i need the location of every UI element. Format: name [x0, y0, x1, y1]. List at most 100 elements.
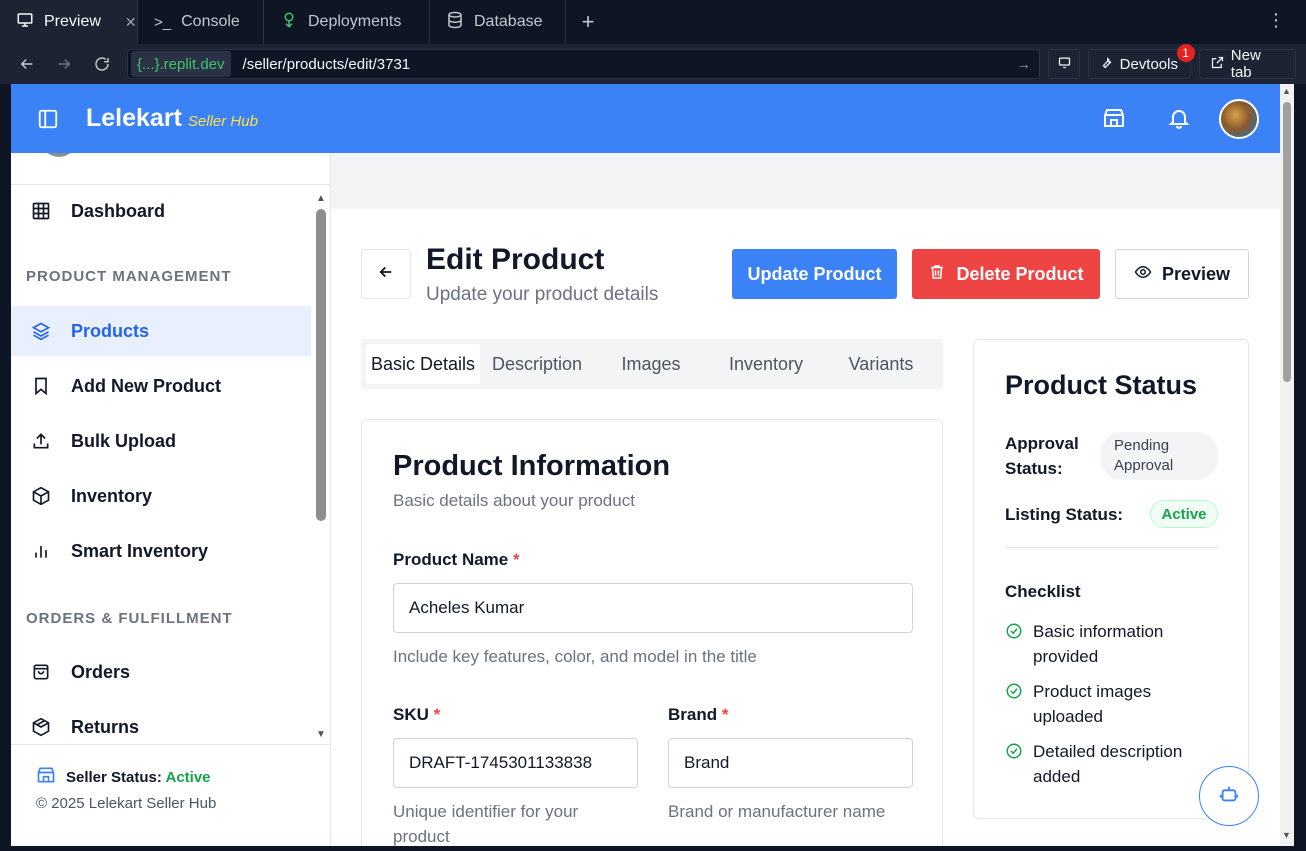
sidebar-toggle-icon[interactable] [37, 108, 59, 130]
terminal-icon: >_ [154, 13, 172, 31]
url-bar: {...}.replit.dev /seller/products/edit/3… [0, 44, 1306, 84]
tab-deployments[interactable]: Deployments [264, 0, 430, 44]
new-tab-label: New tab [1230, 47, 1261, 81]
copyright: © 2025 Lelekart Seller Hub [36, 795, 217, 812]
product-name-input[interactable]: Acheles Kumar [393, 583, 913, 633]
reload-icon[interactable] [85, 47, 119, 81]
sidebar-item-label: Add New Product [71, 375, 222, 396]
scroll-down-icon[interactable]: ▼ [316, 729, 326, 740]
update-product-button[interactable]: Update Product [732, 249, 897, 299]
sidebar-item-inventory[interactable]: Inventory [11, 471, 311, 521]
seller-status: Seller Status: Active [36, 765, 211, 789]
product-tabs: Basic Details Description Images Invento… [361, 339, 943, 389]
devtools-button[interactable]: Devtools 1 [1087, 44, 1195, 79]
app-header: Lelekart Seller Hub [11, 84, 1280, 153]
more-vertical-icon[interactable]: ⋮ [1267, 10, 1285, 31]
product-name-label: Product Name * [393, 550, 520, 570]
scroll-up-icon[interactable]: ▲ [1282, 86, 1291, 96]
sidebar-item-label: Inventory [71, 485, 153, 506]
store-icon[interactable] [1102, 106, 1126, 130]
devtools-label: Devtools [1119, 55, 1178, 73]
tab-basic-details[interactable]: Basic Details [366, 344, 480, 384]
avatar[interactable] [1219, 99, 1259, 139]
required-mark: * [512, 550, 520, 569]
tab-preview[interactable]: Preview ✕ [0, 0, 138, 44]
main-content: Edit Product Update your product details… [331, 153, 1280, 846]
tab-inventory[interactable]: Inventory [708, 344, 824, 384]
bookmark-icon [31, 376, 51, 396]
sidebar-avatar [41, 153, 77, 157]
brand-logo[interactable]: Lelekart Seller Hub [86, 104, 258, 133]
upload-icon [31, 431, 51, 451]
notification-badge: 1 [1176, 44, 1195, 62]
bot-icon [1218, 783, 1240, 810]
sidebar-item-label: Smart Inventory [71, 540, 209, 561]
tab-images[interactable]: Images [594, 344, 708, 384]
sidebar: Dashboard PRODUCT MANAGEMENT Products Ad… [11, 153, 331, 846]
label-text: Product Name [393, 550, 509, 569]
page-scrollbar[interactable]: ▲ ▼ [1280, 84, 1294, 846]
brand-subtitle: Seller Hub [187, 113, 258, 130]
checklist-item: Basic information provided [1005, 619, 1225, 669]
scroll-down-icon[interactable]: ▼ [1282, 830, 1291, 840]
add-tab-button[interactable]: + [566, 0, 610, 44]
tab-console[interactable]: >_ Console [138, 0, 264, 44]
checklist-item: Product images uploaded [1005, 679, 1225, 729]
deploy-icon [280, 11, 298, 34]
top-band [331, 153, 1280, 209]
ide-tab-bar: Preview ✕ >_ Console Deployments Databas… [0, 0, 1306, 44]
tab-description[interactable]: Description [480, 344, 594, 384]
checklist-text: Detailed description added [1033, 742, 1183, 786]
preview-label: Preview [1161, 263, 1231, 284]
product-name-hint: Include key features, color, and model i… [393, 647, 757, 666]
tab-label: Preview [44, 13, 101, 30]
divider [1005, 547, 1219, 548]
sidebar-item-smart-inventory[interactable]: Smart Inventory [11, 526, 311, 576]
divider [11, 184, 331, 185]
seller-status-label: Seller Status: [66, 768, 162, 786]
assistant-bot-button[interactable] [1199, 766, 1259, 826]
brand-label: Brand * [668, 705, 728, 725]
go-arrow-icon[interactable]: → [1017, 56, 1031, 72]
sidebar-item-bulk-upload[interactable]: Bulk Upload [11, 416, 311, 466]
url-domain: {...}.replit.dev [130, 51, 231, 77]
device-button[interactable] [1047, 49, 1080, 79]
section-label-product: PRODUCT MANAGEMENT [26, 268, 232, 285]
section-label-orders: ORDERS & FULFILLMENT [26, 610, 233, 627]
preview-button[interactable]: Preview [1115, 249, 1249, 299]
wrench-icon [1099, 55, 1114, 74]
sidebar-item-orders[interactable]: Orders [11, 647, 311, 697]
page-scroll-thumb[interactable] [1283, 102, 1291, 382]
sku-label: SKU * [393, 705, 440, 725]
sidebar-scroll-thumb[interactable] [316, 209, 326, 521]
new-tab-button[interactable]: New tab [1198, 47, 1297, 81]
tab-label: Database [474, 13, 543, 30]
bell-icon[interactable] [1167, 106, 1191, 130]
required-mark: * [721, 705, 729, 724]
sidebar-item-label: Orders [71, 661, 131, 682]
sidebar-item-returns[interactable]: Returns [11, 702, 311, 744]
page-subtitle: Update your product details [426, 284, 659, 305]
sidebar-item-label: Bulk Upload [71, 430, 177, 451]
tab-database[interactable]: Database [430, 0, 566, 44]
back-arrow-icon[interactable] [10, 47, 44, 81]
sidebar-item-dashboard[interactable]: Dashboard [11, 186, 311, 236]
card-subtitle: Basic details about your product [393, 491, 635, 510]
sidebar-item-label: Dashboard [71, 200, 166, 221]
forward-arrow-icon[interactable] [48, 47, 82, 81]
sku-input[interactable]: DRAFT-1745301133838 [393, 738, 638, 788]
checklist-item: Detailed description added [1005, 739, 1225, 789]
sidebar-item-add-new-product[interactable]: Add New Product [11, 361, 311, 411]
checklist-text: Basic information provided [1033, 622, 1164, 666]
approval-status-label: Approval Status: [1005, 434, 1079, 478]
product-information-card: Product Information Basic details about … [361, 419, 943, 846]
scroll-up-icon[interactable]: ▲ [316, 193, 326, 204]
close-icon[interactable]: ✕ [125, 14, 137, 31]
tab-variants[interactable]: Variants [824, 344, 938, 384]
address-input[interactable]: {...}.replit.dev /seller/products/edit/3… [126, 49, 1040, 79]
delete-product-button[interactable]: Delete Product [912, 249, 1100, 299]
sidebar-item-products[interactable]: Products [11, 306, 311, 356]
package-return-icon [31, 717, 51, 737]
brand-input[interactable]: Brand [668, 738, 913, 788]
back-button[interactable] [361, 249, 411, 299]
